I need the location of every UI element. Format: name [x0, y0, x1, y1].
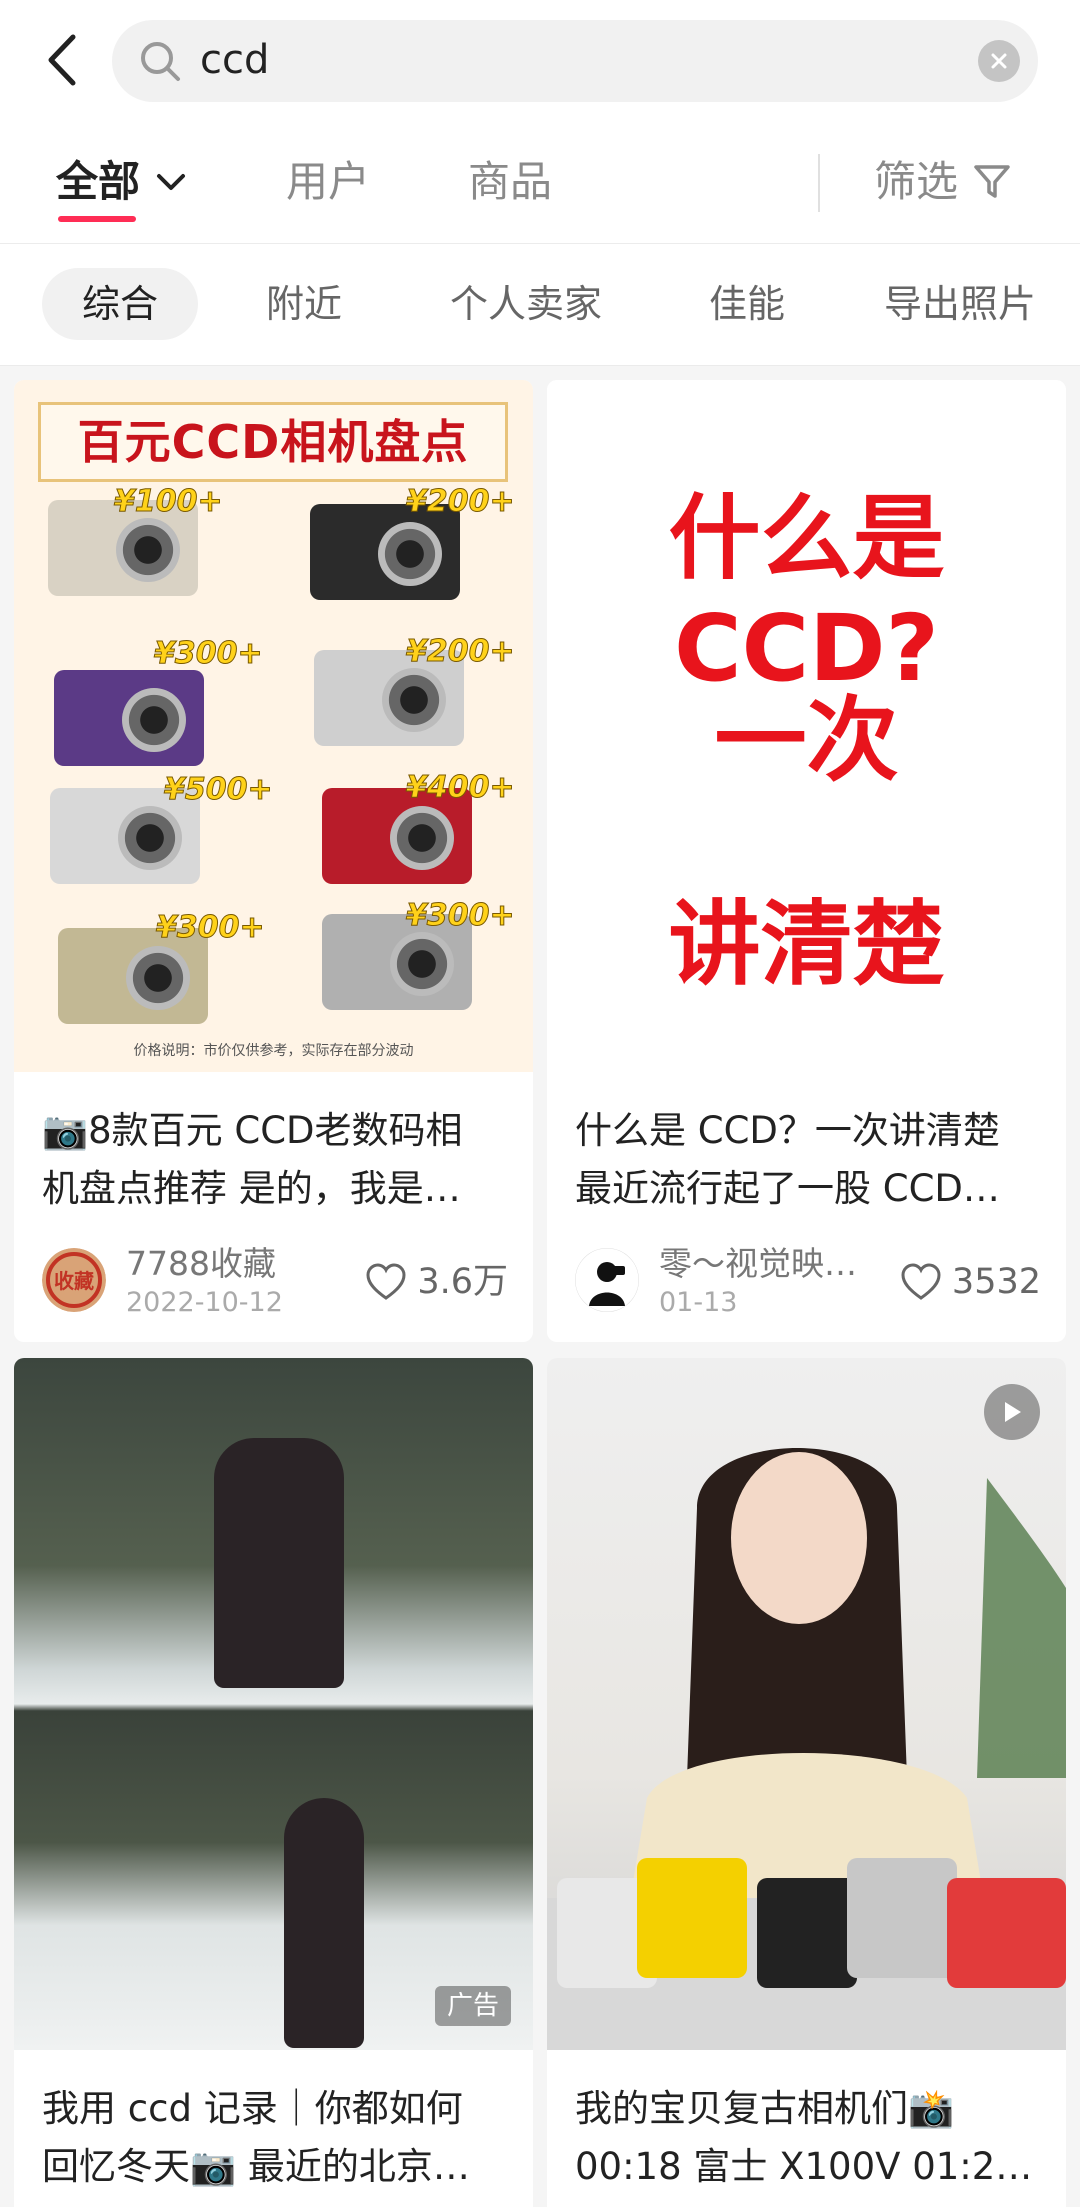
- chip-export-photos[interactable]: 导出照片: [884, 268, 1080, 340]
- person-figure: [214, 1438, 344, 1688]
- price-tag: ¥300+: [154, 636, 264, 672]
- note-title-line: 我的宝贝复古相机们📸: [575, 2087, 955, 2130]
- note-title[interactable]: 我的宝贝复古相机们📸 00:18 富士 X100V 01:2…: [575, 2080, 1041, 2196]
- cover-photo: [547, 1448, 1066, 2050]
- price-tag: ¥400+: [406, 770, 516, 806]
- note-cover-image[interactable]: 广告: [14, 1358, 533, 2050]
- chip-comprehensive[interactable]: 综合: [42, 268, 198, 340]
- note-cover-image[interactable]: [547, 1358, 1066, 2050]
- cover-text-line: 一次: [714, 687, 899, 794]
- note-title[interactable]: 什么是 CCD？一次讲清楚 最近流行起了一股 CCD…: [575, 1102, 1041, 1218]
- note-card[interactable]: 百元CCD相机盘点 ¥100+ ¥200+ ¥300+ ¥200+ ¥500+ …: [14, 380, 533, 1342]
- note-card[interactable]: 什么是CCD? 一次 讲清楚 什么是 CCD？一次讲清楚 最近流行起了一股 CC…: [547, 380, 1066, 1342]
- note-title-line: 00:18 富士 X100V 01:2…: [575, 2145, 1033, 2188]
- heart-icon: [366, 1263, 406, 1300]
- note-title[interactable]: 📷8款百元 CCD老数码相 机盘点推荐 是的，我是…: [42, 1102, 508, 1218]
- post-date: 01-13: [659, 1287, 738, 1318]
- price-tag: ¥500+: [164, 772, 274, 808]
- play-button[interactable]: [984, 1384, 1040, 1440]
- price-tag: ¥300+: [406, 898, 516, 934]
- tab-users[interactable]: 用户: [286, 154, 370, 210]
- chevron-left-icon: [48, 34, 76, 86]
- note-title-line: 机盘点推荐 是的，我是…: [42, 1167, 461, 1210]
- tab-goods[interactable]: 商品: [468, 154, 552, 210]
- note-title-line: 最近流行起了一股 CCD…: [575, 1167, 1000, 1210]
- post-date: 2022-10-12: [126, 1287, 283, 1318]
- search-query[interactable]: ccd: [200, 34, 269, 86]
- like-button[interactable]: 3532: [900, 1260, 1041, 1304]
- avatar-image: [575, 1248, 639, 1312]
- heart-icon: [901, 1263, 941, 1300]
- like-count: 3532: [951, 1262, 1041, 1302]
- camera-image: [54, 670, 204, 766]
- avatar[interactable]: 收藏: [42, 1248, 106, 1312]
- note-title-line: 📷8款百元 CCD老数码相: [42, 1109, 463, 1152]
- person-figure: [284, 1798, 364, 2048]
- avatar-text: 收藏: [54, 1269, 94, 1293]
- ad-badge: 广告: [434, 1986, 511, 2026]
- search-icon: [141, 42, 180, 81]
- note-title-line: 回忆冬天📷 最近的北京…: [42, 2145, 470, 2188]
- price-tag: ¥300+: [156, 910, 266, 946]
- author-name[interactable]: 7788收藏: [126, 1244, 276, 1284]
- price-tag: ¥100+: [114, 484, 224, 520]
- price-note: 价格说明：市价仅供参考，实际存在部分波动: [133, 1043, 414, 1059]
- note-card[interactable]: 广告 我用 ccd 记录｜你都如何 回忆冬天📷 最近的北京…: [14, 1358, 533, 2207]
- search-tabs: 全部 用户 商品 筛选: [0, 124, 1080, 244]
- price-tag: ¥200+: [406, 484, 516, 520]
- active-tab-indicator: [58, 216, 136, 222]
- note-meta: 零～视觉映… 01-13 3532: [575, 1244, 1041, 1318]
- close-icon: [991, 53, 1007, 69]
- like-count: 3.6万: [417, 1262, 508, 1302]
- note-cover-image[interactable]: 百元CCD相机盘点 ¥100+ ¥200+ ¥300+ ¥200+ ¥500+ …: [14, 380, 533, 1072]
- price-tag: ¥200+: [406, 634, 516, 670]
- cover-banner: 百元CCD相机盘点: [38, 402, 508, 482]
- note-title-line: 什么是 CCD？一次讲清楚: [575, 1109, 1000, 1152]
- filter-button[interactable]: 筛选: [874, 154, 1012, 210]
- chip-canon[interactable]: 佳能: [700, 268, 794, 340]
- note-card[interactable]: 我的宝贝复古相机们📸 00:18 富士 X100V 01:2…: [547, 1358, 1066, 2207]
- clear-search-button[interactable]: [978, 40, 1020, 82]
- author-name[interactable]: 零～视觉映…: [659, 1244, 857, 1284]
- filter-icon: [974, 165, 1010, 198]
- search-header: ccd: [0, 0, 1080, 124]
- search-input[interactable]: ccd: [112, 20, 1038, 102]
- back-button[interactable]: [36, 28, 88, 92]
- divider: [818, 154, 820, 212]
- like-button[interactable]: 3.6万: [365, 1260, 508, 1304]
- avatar-image: 收藏: [42, 1248, 106, 1312]
- note-cover-image[interactable]: 什么是CCD? 一次 讲清楚: [547, 380, 1066, 1072]
- note-title[interactable]: 我用 ccd 记录｜你都如何 回忆冬天📷 最近的北京…: [42, 2080, 508, 2196]
- results-feed: 百元CCD相机盘点 ¥100+ ¥200+ ¥300+ ¥200+ ¥500+ …: [0, 366, 1080, 2207]
- chevron-down-icon: [157, 174, 186, 190]
- filter-chips: 综合 附近 个人卖家 佳能 导出照片: [0, 244, 1080, 366]
- note-title-line: 我用 ccd 记录｜你都如何: [42, 2087, 463, 2130]
- cover-text-line: 讲清楚: [668, 891, 945, 998]
- tab-all[interactable]: 全部: [56, 154, 188, 210]
- note-meta: 收藏 7788收藏 2022-10-12 3.6万: [42, 1244, 508, 1318]
- tab-all-label: 全部: [56, 157, 141, 206]
- avatar[interactable]: [575, 1248, 639, 1312]
- chip-personal-seller[interactable]: 个人卖家: [442, 268, 610, 340]
- filter-label: 筛选: [874, 157, 959, 206]
- play-icon: [1005, 1402, 1021, 1422]
- cover-text-line: 什么是CCD?: [668, 485, 945, 702]
- chip-nearby[interactable]: 附近: [252, 268, 356, 340]
